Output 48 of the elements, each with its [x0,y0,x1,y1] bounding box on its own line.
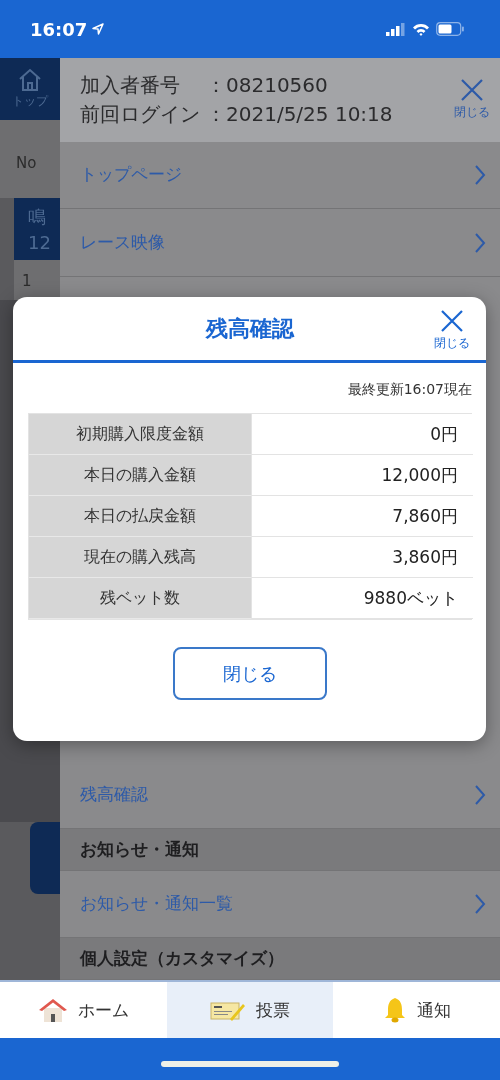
battery-icon [436,22,464,36]
tab[interactable]: 投票 [166,982,334,1038]
menu-label: トップページ [80,163,182,187]
menu-label: お知らせ・通知一覧 [80,892,233,916]
venue-name: 鳴 [28,205,47,229]
info-value: ：2021/5/25 10:18 [206,100,393,128]
table-header-cell: 本日の払戻金額 [29,496,251,537]
menu-item[interactable]: レース映像 [60,209,500,277]
menu-item[interactable]: お知らせ・通知一覧 [60,870,500,939]
dialog-title: 残高確認 [205,314,294,343]
wifi-icon [412,22,430,36]
table-header-cell: 現在の購入残高 [29,537,251,578]
race-number: 12 [28,231,52,255]
table-header-cell: 本日の購入金額 [29,455,251,496]
location-arrow-icon [92,23,105,35]
info-value: ：08210560 [206,71,329,99]
table-header-cell: 残ベット数 [29,578,251,619]
info-label: 前回ログイン [80,100,200,128]
table-header-cell: 初期購入限度金額 [29,414,251,455]
status-time: 16:07 [30,18,88,40]
table-cell: 9880ベット [251,578,473,619]
close-icon [460,78,484,103]
table-cell: 3,860円 [251,537,473,578]
column-label: No [0,120,60,198]
section-heading: 個人設定（カスタマイズ） [60,938,500,981]
table-cell: 12,000円 [251,455,473,496]
chevron-right-icon [474,892,486,915]
row-number: 1 [14,260,60,300]
close-button[interactable]: 閉じる [454,78,490,122]
info-label: 加入者番号 [80,71,181,99]
chevron-right-icon [474,231,486,254]
update-time: 最終更新16:07現在 [347,381,472,399]
close-button[interactable]: 閉じる [434,309,470,352]
menu-item[interactable]: トップページ [60,141,500,210]
chevron-right-icon [474,783,486,806]
section-heading: お知らせ・通知 [60,828,500,871]
table-cell: 7,860円 [251,496,473,537]
menu-label: 残高確認 [80,783,148,806]
house-icon [37,997,68,1023]
menu-item[interactable]: 残高確認 [60,761,500,829]
home-icon [17,68,43,92]
menu-label: レース映像 [80,231,165,254]
chevron-right-icon [474,163,486,186]
table-cell: 0円 [251,414,473,455]
close-button[interactable]: 閉じる [173,647,327,700]
close-icon [440,309,464,333]
signal-icon [386,22,406,36]
page-button[interactable] [30,822,60,894]
